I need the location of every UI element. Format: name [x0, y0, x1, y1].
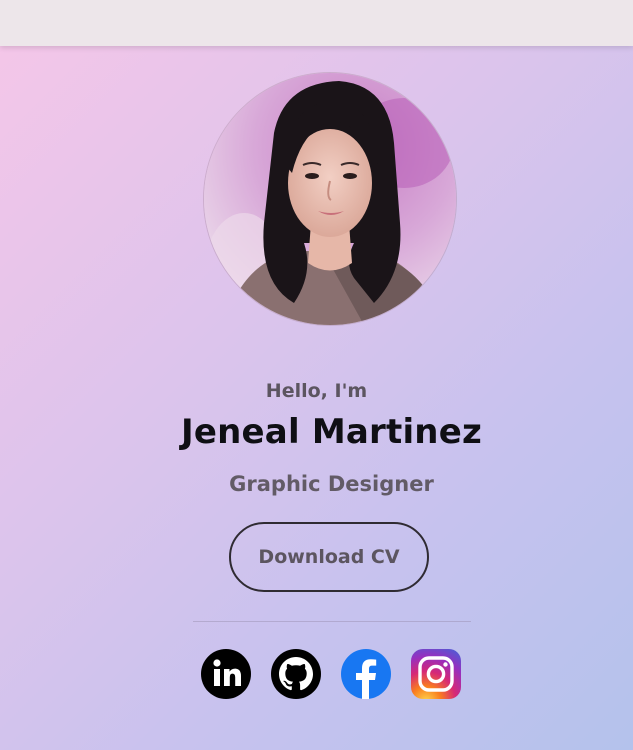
profile-role: Graphic Designer	[229, 472, 434, 496]
github-icon	[271, 649, 321, 699]
download-cv-button[interactable]: Download CV	[229, 522, 429, 592]
divider	[193, 621, 471, 622]
github-link[interactable]	[270, 648, 322, 700]
profile-avatar	[204, 73, 456, 325]
profile-name: Jeneal Martinez	[181, 412, 482, 452]
instagram-icon	[411, 649, 461, 699]
linkedin-link[interactable]	[200, 648, 252, 700]
instagram-link[interactable]	[410, 648, 462, 700]
facebook-icon	[341, 649, 391, 699]
greeting-text: Hello, I'm	[265, 380, 368, 402]
linkedin-icon	[201, 649, 251, 699]
facebook-link[interactable]	[340, 648, 392, 700]
top-nav-bar	[0, 0, 633, 46]
